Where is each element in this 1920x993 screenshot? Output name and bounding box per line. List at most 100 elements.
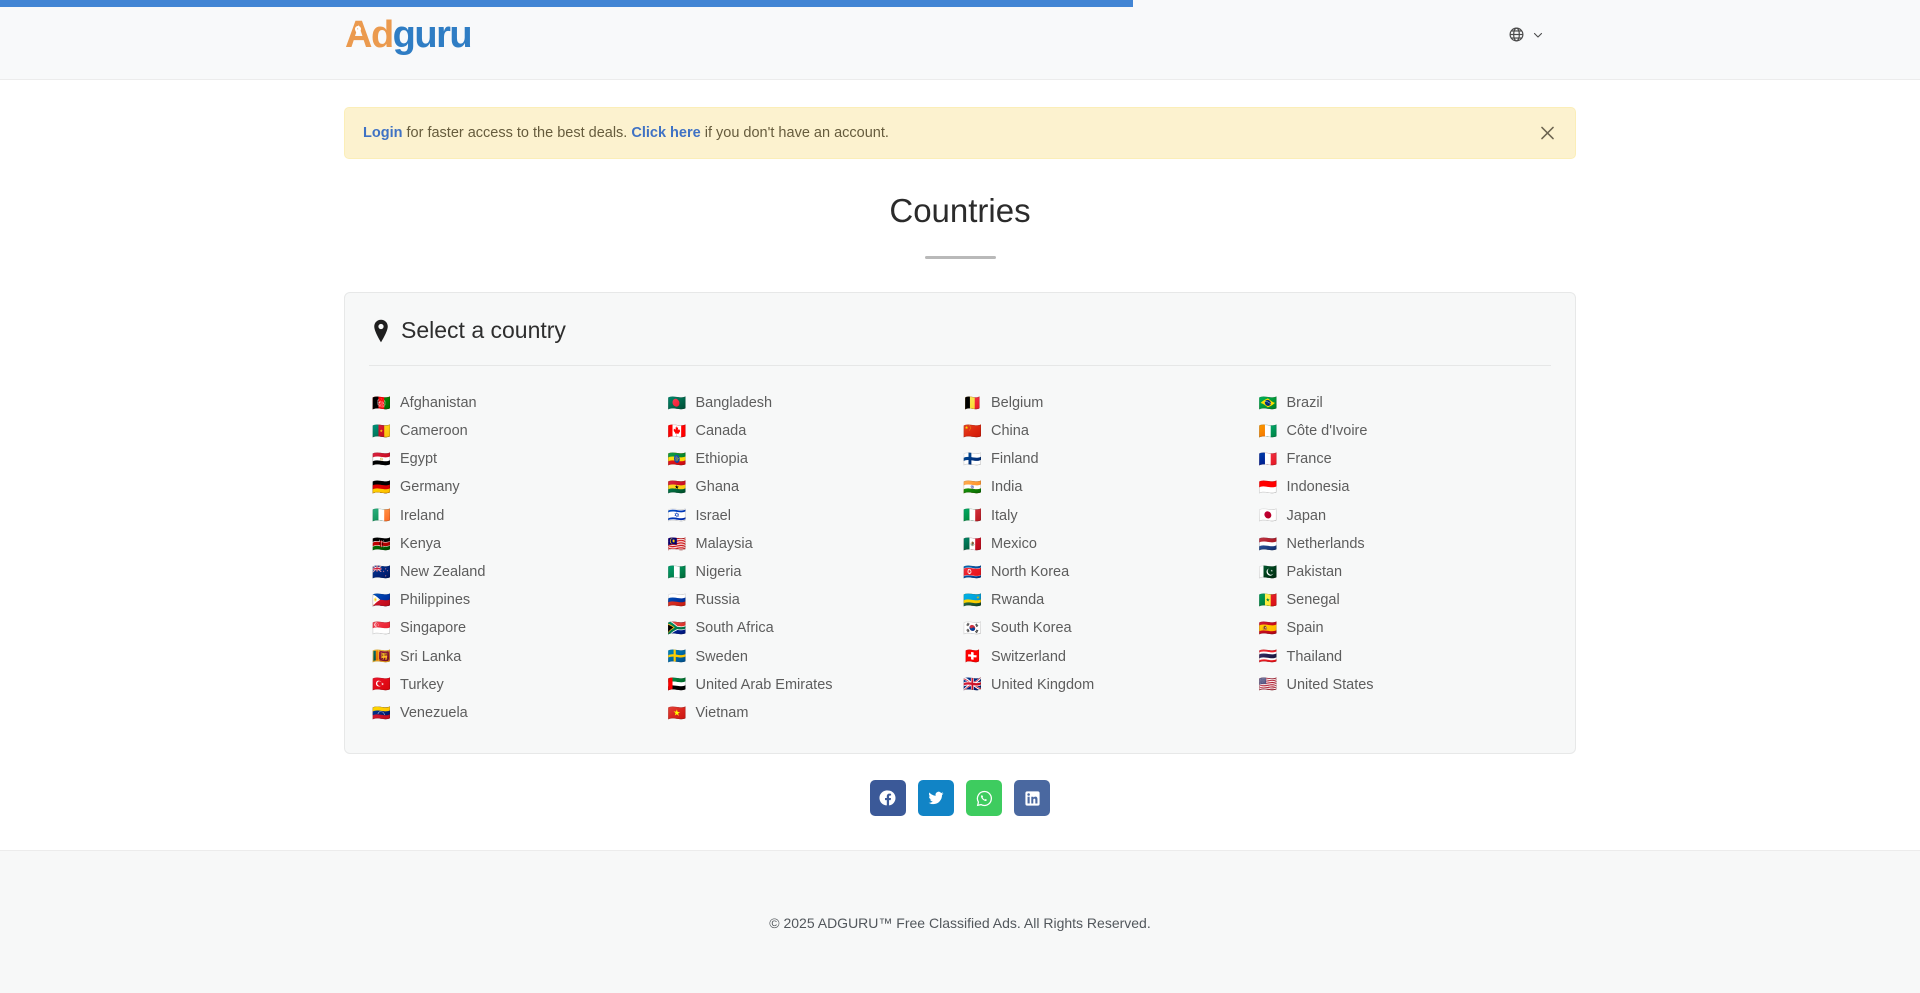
country-link[interactable]: 🇵🇰 Pakistan (1256, 558, 1552, 586)
close-icon[interactable] (1538, 124, 1557, 143)
country-link[interactable]: 🇳🇬Nigeria (665, 558, 961, 586)
country-link[interactable]: 🇹🇷 Turkey (369, 671, 665, 699)
country-name: North Korea (991, 565, 1069, 580)
country-link[interactable]: 🇮🇹Italy (960, 502, 1256, 530)
country-name: Bangladesh (696, 396, 773, 411)
country-link[interactable]: 🇫🇷France (1256, 445, 1552, 473)
country-grid: 🇦🇫Afghanistan🇨🇲Cameroon🇪🇬Egypt🇩🇪Germany🇮… (369, 366, 1551, 727)
country-link[interactable]: 🇰🇵North Korea (960, 558, 1256, 586)
country-link[interactable]: 🇻🇪Venezuela (369, 699, 665, 727)
country-flag-icon: 🇸🇪 (668, 649, 687, 664)
country-name: Mexico (991, 537, 1037, 552)
country-name: India (991, 480, 1022, 495)
country-link[interactable]: 🇨🇮Côte d'Ivoire (1256, 417, 1552, 445)
alert-signup-link[interactable]: Click here (631, 125, 700, 141)
country-link[interactable]: 🇵🇭 Philippines (369, 586, 665, 614)
country-link[interactable]: 🇰🇪Kenya (369, 530, 665, 558)
country-flag-icon: 🇨🇦 (668, 424, 687, 439)
country-flag-icon: 🇸🇬 (372, 621, 391, 636)
country-link[interactable]: 🇻🇳Vietnam (665, 699, 961, 727)
country-flag-icon: 🇹🇷 (372, 677, 391, 692)
country-link[interactable]: 🇮🇩Indonesia (1256, 474, 1552, 502)
chevron-down-icon (1532, 29, 1544, 41)
country-link[interactable]: 🇪🇹Ethiopia (665, 445, 961, 473)
country-flag-icon: 🇳🇱 (1259, 537, 1278, 552)
country-link[interactable]: 🇸🇳Senegal (1256, 586, 1552, 614)
country-link[interactable]: 🇮🇱Israel (665, 502, 961, 530)
country-link[interactable]: 🇧🇪Belgium (960, 389, 1256, 417)
country-link[interactable]: 🇳🇱 Netherlands (1256, 530, 1552, 558)
country-link[interactable]: 🇮🇪Ireland (369, 502, 665, 530)
country-link[interactable]: 🇺🇸United States (1256, 671, 1552, 699)
country-link[interactable]: 🇦🇫Afghanistan (369, 389, 665, 417)
country-link[interactable]: 🇮🇳India (960, 474, 1256, 502)
country-link[interactable]: 🇦🇪United Arab Emirates (665, 671, 961, 699)
country-link[interactable]: 🇨🇭Switzerland (960, 643, 1256, 671)
country-link[interactable]: 🇨🇦Canada (665, 417, 961, 445)
country-link[interactable]: 🇫🇮Finland (960, 445, 1256, 473)
country-link[interactable]: 🇹🇭Thailand (1256, 643, 1552, 671)
country-link[interactable]: 🇱🇰Sri Lanka (369, 643, 665, 671)
page-loading-progress-bar (0, 0, 1133, 7)
country-link[interactable]: 🇧🇩 Bangladesh (665, 389, 961, 417)
country-name: Italy (991, 509, 1018, 524)
country-link[interactable]: 🇩🇪Germany (369, 474, 665, 502)
country-flag-icon: 🇳🇬 (668, 565, 687, 580)
country-link[interactable]: 🇬🇧United Kingdom (960, 671, 1256, 699)
share-facebook-button[interactable] (870, 780, 906, 816)
country-link[interactable]: 🇰🇷South Korea (960, 615, 1256, 643)
country-name: Turkey (400, 678, 444, 693)
country-link[interactable]: 🇨🇳China (960, 417, 1256, 445)
country-flag-icon: 🇵🇰 (1259, 565, 1278, 580)
country-name: Netherlands (1287, 537, 1365, 552)
country-flag-icon: 🇷🇺 (668, 593, 687, 608)
country-flag-icon: 🇪🇬 (372, 452, 391, 467)
country-flag-icon: 🇨🇳 (963, 424, 982, 439)
country-flag-icon: 🇲🇽 (963, 537, 982, 552)
language-switcher[interactable] (1508, 26, 1544, 43)
country-link[interactable]: 🇸🇪Sweden (665, 643, 961, 671)
country-link[interactable]: 🇷🇼Rwanda (960, 586, 1256, 614)
country-name: France (1287, 452, 1332, 467)
country-link[interactable]: 🇲🇽 Mexico (960, 530, 1256, 558)
country-name: South Africa (696, 621, 774, 636)
country-link[interactable]: 🇳🇿New Zealand (369, 558, 665, 586)
country-link[interactable]: 🇸🇬 Singapore (369, 615, 665, 643)
country-name: Afghanistan (400, 396, 477, 411)
login-alert-banner: Login for faster access to the best deal… (344, 107, 1576, 159)
country-card-heading: Select a country (401, 317, 566, 344)
facebook-icon (879, 789, 897, 807)
country-link[interactable]: 🇪🇸Spain (1256, 615, 1552, 643)
country-name: Singapore (400, 621, 466, 636)
share-linkedin-button[interactable] (1014, 780, 1050, 816)
country-flag-icon: 🇺🇸 (1259, 677, 1278, 692)
country-flag-icon: 🇦🇪 (668, 677, 687, 692)
country-link[interactable]: 🇨🇲Cameroon (369, 417, 665, 445)
country-flag-icon: 🇨🇮 (1259, 424, 1278, 439)
country-flag-icon: 🇧🇩 (668, 396, 687, 411)
country-name: Pakistan (1287, 565, 1343, 580)
country-link[interactable]: 🇬🇭Ghana (665, 474, 961, 502)
country-flag-icon: 🇲🇾 (668, 537, 687, 552)
country-link[interactable]: 🇯🇵Japan (1256, 502, 1552, 530)
country-link[interactable]: 🇲🇾Malaysia (665, 530, 961, 558)
country-name: Brazil (1287, 396, 1323, 411)
brand-logo[interactable]: Ad guru (345, 16, 471, 54)
country-flag-icon: 🇩🇪 (372, 480, 391, 495)
country-name: Switzerland (991, 650, 1066, 665)
country-flag-icon: 🇻🇳 (668, 706, 687, 721)
country-name: Rwanda (991, 593, 1044, 608)
share-twitter-button[interactable] (918, 780, 954, 816)
country-name: Philippines (400, 593, 470, 608)
country-link[interactable]: 🇪🇬Egypt (369, 445, 665, 473)
country-link[interactable]: 🇧🇷Brazil (1256, 389, 1552, 417)
share-whatsapp-button[interactable] (966, 780, 1002, 816)
country-name: Kenya (400, 537, 441, 552)
country-link[interactable]: 🇷🇺Russia (665, 586, 961, 614)
page-title: Countries (344, 192, 1576, 230)
country-link[interactable]: 🇿🇦South Africa (665, 615, 961, 643)
country-name: Ghana (696, 480, 740, 495)
alert-login-link[interactable]: Login (363, 125, 402, 141)
country-name: Ethiopia (696, 452, 748, 467)
country-flag-icon: 🇵🇭 (372, 593, 391, 608)
